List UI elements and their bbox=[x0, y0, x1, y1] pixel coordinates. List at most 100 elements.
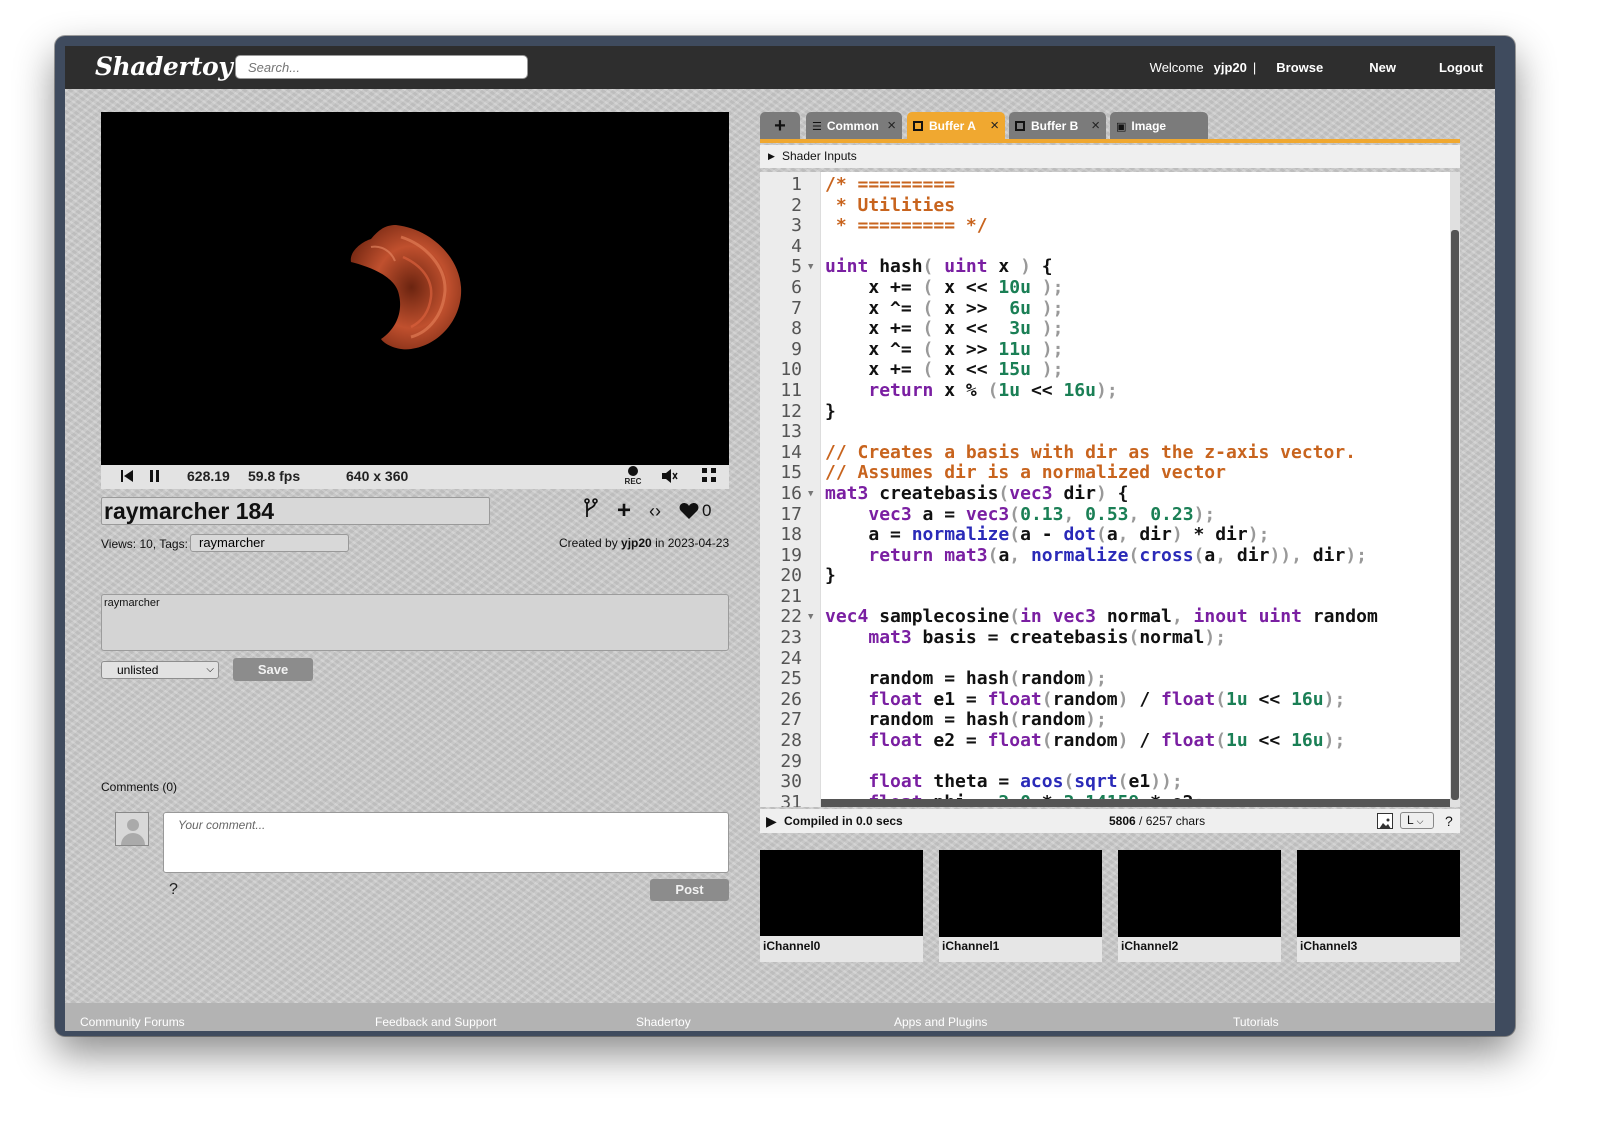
comment-textarea[interactable]: Your comment... bbox=[163, 812, 729, 873]
code-line[interactable]: 28 float e2 = float(random) / float(1u <… bbox=[760, 730, 1460, 752]
line-number: 29 bbox=[780, 750, 802, 772]
ichannel0[interactable]: iChannel0 bbox=[760, 850, 923, 962]
footer-link-feedback[interactable]: Feedback and Support bbox=[375, 1015, 496, 1029]
lines-icon: ☰ bbox=[812, 121, 822, 133]
footer-link-shadertoy[interactable]: Shadertoy bbox=[636, 1015, 691, 1029]
code-line[interactable]: 20} bbox=[760, 566, 1460, 587]
close-icon[interactable]: × bbox=[1091, 112, 1100, 140]
code-line[interactable]: 16 ▼ mat3 createbasis(vec3 dir) { bbox=[760, 483, 1460, 505]
new-link[interactable]: New bbox=[1369, 60, 1396, 75]
code-line[interactable]: 7 x ^= ( x >> 6u ); bbox=[760, 298, 1460, 320]
code-line[interactable]: 1 /* ========= bbox=[760, 174, 1460, 196]
code-line[interactable]: 24 bbox=[760, 648, 1460, 670]
code-line[interactable]: 25 random = hash(random); bbox=[760, 668, 1460, 690]
record-button[interactable]: REC bbox=[623, 466, 643, 486]
like-button[interactable]: 0 bbox=[679, 501, 729, 521]
ichannel2[interactable]: iChannel2 bbox=[1118, 850, 1281, 962]
code-line[interactable]: 4 bbox=[760, 236, 1460, 258]
line-number: 10 bbox=[780, 359, 802, 381]
add-tab-button[interactable]: + bbox=[760, 112, 800, 140]
code-line[interactable]: 13 bbox=[760, 422, 1460, 443]
shader-title-input[interactable]: raymarcher 184 bbox=[101, 497, 490, 525]
channel-thumbnail[interactable] bbox=[1118, 850, 1281, 937]
channel-thumbnail[interactable] bbox=[939, 850, 1102, 937]
compile-button[interactable]: ▶ bbox=[766, 809, 777, 833]
code-line[interactable]: 17 vec3 a = vec3(0.13, 0.53, 0.23); bbox=[760, 504, 1460, 526]
save-button[interactable]: Save bbox=[233, 658, 313, 681]
editor-help-icon[interactable]: ? bbox=[1445, 809, 1453, 833]
tags-input[interactable]: raymarcher bbox=[190, 534, 349, 552]
fold-arrow-icon[interactable]: ▼ bbox=[808, 607, 813, 628]
tab-common[interactable]: ☰ Common × bbox=[806, 112, 902, 140]
code-line[interactable]: 27 random = hash(random); bbox=[760, 710, 1460, 731]
line-number: 2 bbox=[791, 194, 802, 216]
browse-link[interactable]: Browse bbox=[1276, 60, 1323, 75]
close-icon[interactable]: × bbox=[990, 112, 999, 140]
vertical-scrollbar[interactable] bbox=[1450, 172, 1460, 807]
tab-image[interactable]: ▣ Image bbox=[1110, 112, 1208, 140]
search-input[interactable] bbox=[235, 55, 528, 79]
channel-thumbnail[interactable] bbox=[1297, 850, 1460, 937]
tab-buffer-b[interactable]: Buffer B × bbox=[1009, 112, 1106, 140]
horizontal-scrollbar[interactable] bbox=[821, 799, 1450, 807]
code-line[interactable]: 14 // Creates a basis with dir as the z-a… bbox=[760, 442, 1460, 464]
line-number: 30 bbox=[780, 771, 802, 793]
compile-status: Compiled in 0.0 secs bbox=[784, 814, 903, 828]
code-editor[interactable]: 1/* ========= 2 * Utilities 3 * ========= … bbox=[760, 172, 1460, 807]
pause-icon[interactable] bbox=[149, 469, 161, 486]
footer-link-forums[interactable]: Community Forums bbox=[80, 1015, 185, 1029]
fold-arrow-icon[interactable]: ▼ bbox=[808, 484, 813, 505]
code-line[interactable]: 3 * ========= */ bbox=[760, 215, 1460, 237]
code-line[interactable]: 15 // Assumes dir is a normalized vector bbox=[760, 463, 1460, 484]
ichannel1[interactable]: iChannel1 bbox=[939, 850, 1102, 962]
add-to-playlist-icon[interactable]: + bbox=[617, 497, 631, 525]
shadertoy-logo[interactable]: Shadertoy bbox=[95, 52, 233, 81]
footer-link-tutorials[interactable]: Tutorials bbox=[1233, 1015, 1279, 1029]
image-icon[interactable] bbox=[1377, 813, 1393, 829]
code-line[interactable]: 23 mat3 basis = createbasis(normal); bbox=[760, 627, 1460, 649]
shader-actions: + ‹› 0 bbox=[583, 497, 729, 525]
code-line[interactable]: 30 float theta = acos(sqrt(e1)); bbox=[760, 771, 1460, 793]
tab-buffer-a[interactable]: Buffer A × bbox=[907, 112, 1005, 140]
visibility-select[interactable]: unlisted ⌵ bbox=[101, 661, 219, 679]
username-link[interactable]: yjp20 bbox=[1214, 60, 1247, 75]
comment-help-icon[interactable]: ? bbox=[169, 881, 178, 899]
code-line[interactable]: 6 x += ( x << 10u ); bbox=[760, 277, 1460, 299]
code-line[interactable]: 12} bbox=[760, 401, 1460, 423]
volume-icon[interactable] bbox=[661, 468, 679, 487]
editor-tabs: + ☰ Common × Buffer A × Buffer B × ▣ Image bbox=[760, 112, 1460, 140]
code-line[interactable]: 29 bbox=[760, 750, 1460, 773]
footer-link-apps[interactable]: Apps and Plugins bbox=[894, 1015, 987, 1029]
ichannel3[interactable]: iChannel3 bbox=[1297, 850, 1460, 962]
author-link[interactable]: yjp20 bbox=[621, 536, 652, 550]
rewind-icon[interactable] bbox=[121, 469, 133, 486]
created-prefix: Created by bbox=[559, 536, 618, 550]
channel-thumbnail[interactable] bbox=[760, 850, 923, 936]
post-button[interactable]: Post bbox=[650, 879, 729, 901]
code-line[interactable]: 18 a = normalize(a - dot(a, dir) * dir); bbox=[760, 524, 1460, 546]
code-line[interactable]: 2 * Utilities bbox=[760, 194, 1460, 217]
shader-inputs-toggle[interactable]: ▶ Shader Inputs bbox=[760, 145, 1460, 168]
shader-canvas[interactable] bbox=[101, 112, 729, 465]
code-line[interactable]: 11 return x % (1u << 16u); bbox=[760, 379, 1460, 402]
code-line[interactable]: 19 return mat3(a, normalize(cross(a, dir… bbox=[760, 545, 1460, 567]
avatar bbox=[115, 812, 149, 846]
heart-icon bbox=[679, 503, 699, 519]
fullscreen-icon[interactable] bbox=[702, 468, 716, 485]
description-textarea[interactable]: raymarcher bbox=[101, 594, 729, 651]
code-line[interactable]: 10 x += ( x << 15u ); bbox=[760, 360, 1460, 381]
logout-link[interactable]: Logout bbox=[1439, 60, 1483, 75]
code-line[interactable]: 26 float e1 = float(random) / float(1u <… bbox=[760, 689, 1460, 711]
fork-icon[interactable] bbox=[583, 498, 599, 524]
close-icon[interactable]: × bbox=[887, 112, 896, 140]
line-number: 11 bbox=[780, 379, 802, 401]
code-line[interactable]: 21 bbox=[760, 586, 1460, 608]
code-line[interactable]: 8 x += ( x << 3u ); bbox=[760, 318, 1460, 340]
code-area[interactable]: 1/* ========= 2 * Utilities 3 * ========= … bbox=[760, 174, 1460, 807]
code-line[interactable]: 9 x ^= ( x >> 11u ); bbox=[760, 339, 1460, 361]
code-line[interactable]: 22 ▼ vec4 samplecosine(in vec3 normal, ino… bbox=[760, 607, 1460, 628]
fold-arrow-icon[interactable]: ▼ bbox=[808, 257, 813, 278]
font-size-select[interactable]: L ⌵ bbox=[1400, 812, 1434, 829]
embed-code-icon[interactable]: ‹› bbox=[649, 501, 661, 522]
code-line[interactable]: 5 ▼ uint hash( uint x ) { bbox=[760, 257, 1460, 278]
